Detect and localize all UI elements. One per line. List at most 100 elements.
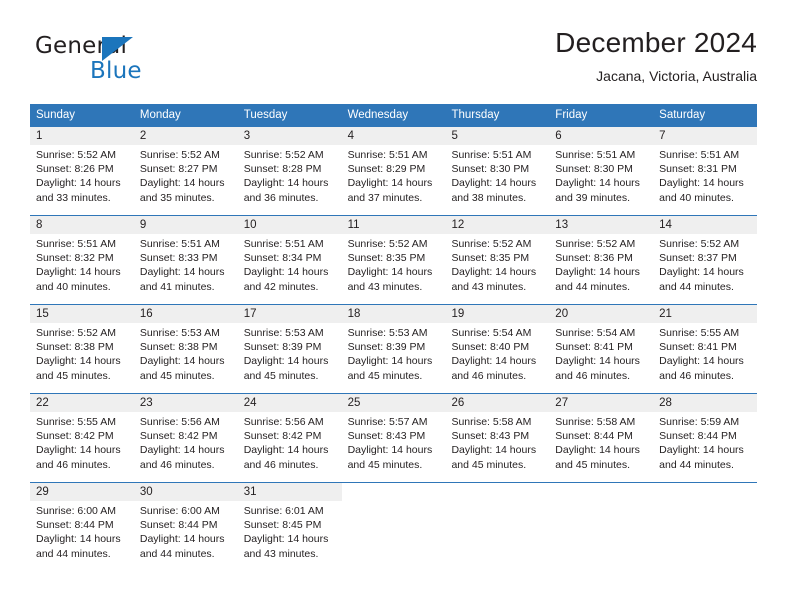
daylight-text: Daylight: 14 hours and 44 minutes.: [555, 266, 640, 293]
daylight-text: Daylight: 14 hours and 45 minutes.: [347, 355, 433, 382]
day-number: 29: [30, 483, 134, 501]
sunset-text: Sunset: 8:29 PM: [347, 163, 426, 176]
calendar-day-cell[interactable]: 1 Sunrise: 5:52 AM Sunset: 8:26 PM Dayli…: [30, 127, 134, 215]
daylight-text: Daylight: 14 hours and 36 minutes.: [243, 177, 329, 204]
sunset-text: Sunset: 8:42 PM: [243, 430, 322, 443]
daylight-text: Daylight: 14 hours and 45 minutes.: [451, 444, 537, 471]
day-number: 5: [445, 127, 550, 145]
calendar-day-cell[interactable]: 16 Sunrise: 5:53 AM Sunset: 8:38 PM Dayl…: [133, 305, 238, 393]
calendar-day-cell[interactable]: 9 Sunrise: 5:51 AM Sunset: 8:33 PM Dayli…: [133, 216, 238, 304]
sunrise-text: Sunrise: 5:51 AM: [36, 238, 116, 250]
sunrise-text: Sunrise: 5:53 AM: [243, 327, 324, 339]
day-number: [549, 483, 653, 501]
calendar-day-cell[interactable]: 5 Sunrise: 5:51 AM Sunset: 8:30 PM Dayli…: [445, 127, 550, 215]
sunset-text: Sunset: 8:43 PM: [347, 430, 426, 443]
calendar-day-cell[interactable]: 13 Sunrise: 5:52 AM Sunset: 8:36 PM Dayl…: [549, 216, 654, 304]
weekday-header-thursday: Thursday: [451, 109, 500, 121]
weekday-header-friday: Friday: [555, 109, 588, 121]
sunrise-text: Sunrise: 5:55 AM: [36, 416, 116, 428]
day-details: Sunrise: 5:57 AM Sunset: 8:43 PM Dayligh…: [342, 412, 446, 472]
sunrise-text: Sunrise: 5:59 AM: [659, 416, 740, 428]
calendar-day-cell[interactable]: 8 Sunrise: 5:51 AM Sunset: 8:32 PM Dayli…: [30, 216, 134, 304]
day-number: 30: [133, 483, 238, 501]
daylight-text: Daylight: 14 hours and 44 minutes.: [659, 266, 744, 293]
sunrise-text: Sunrise: 5:53 AM: [139, 327, 220, 339]
calendar-day-cell[interactable]: 20 Sunrise: 5:54 AM Sunset: 8:41 PM Dayl…: [549, 305, 654, 393]
sunrise-text: Sunrise: 5:52 AM: [139, 149, 220, 161]
calendar-day-cell[interactable]: 25 Sunrise: 5:57 AM Sunset: 8:43 PM Dayl…: [341, 394, 446, 482]
day-number: 20: [549, 305, 654, 323]
daylight-text: Daylight: 14 hours and 43 minutes.: [451, 266, 537, 293]
calendar-day-cell[interactable]: 27 Sunrise: 5:58 AM Sunset: 8:44 PM Dayl…: [549, 394, 654, 482]
calendar-day-cell[interactable]: 21 Sunrise: 5:55 AM Sunset: 8:41 PM Dayl…: [653, 305, 758, 393]
day-number: 10: [237, 216, 342, 234]
day-details: Sunrise: 6:00 AM Sunset: 8:44 PM Dayligh…: [30, 501, 134, 561]
daylight-text: Daylight: 14 hours and 41 minutes.: [139, 266, 225, 293]
day-number: 17: [237, 305, 342, 323]
calendar-day-cell[interactable]: 4 Sunrise: 5:51 AM Sunset: 8:29 PM Dayli…: [341, 127, 446, 215]
day-details: Sunrise: 5:56 AM Sunset: 8:42 PM Dayligh…: [134, 412, 238, 472]
calendar-day-cell[interactable]: 3 Sunrise: 5:52 AM Sunset: 8:28 PM Dayli…: [237, 127, 342, 215]
sunrise-text: Sunrise: 5:56 AM: [139, 416, 220, 428]
sunset-text: Sunset: 8:33 PM: [139, 252, 218, 265]
calendar-day-cell[interactable]: 29 Sunrise: 6:00 AM Sunset: 8:44 PM Dayl…: [30, 483, 134, 571]
day-number: 3: [237, 127, 342, 145]
sunset-text: Sunset: 8:40 PM: [451, 341, 530, 354]
day-number: 11: [341, 216, 446, 234]
sunset-text: Sunset: 8:42 PM: [139, 430, 218, 443]
calendar-day-cell[interactable]: 31 Sunrise: 6:01 AM Sunset: 8:45 PM Dayl…: [237, 483, 342, 571]
sunset-text: Sunset: 8:41 PM: [659, 341, 737, 354]
daylight-text: Daylight: 14 hours and 45 minutes.: [139, 355, 225, 382]
calendar-day-cell[interactable]: 28 Sunrise: 5:59 AM Sunset: 8:44 PM Dayl…: [653, 394, 758, 482]
day-details: Sunrise: 5:51 AM Sunset: 8:31 PM Dayligh…: [653, 145, 757, 205]
daylight-text: Daylight: 14 hours and 37 minutes.: [347, 177, 433, 204]
day-details: Sunrise: 5:53 AM Sunset: 8:39 PM Dayligh…: [342, 323, 446, 383]
calendar-day-cell[interactable]: 30 Sunrise: 6:00 AM Sunset: 8:44 PM Dayl…: [133, 483, 238, 571]
daylight-text: Daylight: 14 hours and 45 minutes.: [243, 355, 329, 382]
calendar-day-cell[interactable]: 17 Sunrise: 5:53 AM Sunset: 8:39 PM Dayl…: [237, 305, 342, 393]
sunrise-text: Sunrise: 5:51 AM: [139, 238, 220, 250]
sunrise-text: Sunrise: 5:52 AM: [243, 149, 324, 161]
weekday-header-tuesday: Tuesday: [243, 109, 288, 121]
day-details: Sunrise: 5:59 AM Sunset: 8:44 PM Dayligh…: [653, 412, 757, 472]
sunrise-text: Sunrise: 5:52 AM: [36, 327, 116, 339]
calendar-day-cell[interactable]: 14 Sunrise: 5:52 AM Sunset: 8:37 PM Dayl…: [653, 216, 758, 304]
sunrise-text: Sunrise: 6:01 AM: [243, 505, 324, 517]
page-subtitle: Jacana, Victoria, Australia: [596, 68, 757, 84]
daylight-text: Daylight: 14 hours and 44 minutes.: [36, 533, 121, 560]
calendar-day-cell[interactable]: 11 Sunrise: 5:52 AM Sunset: 8:35 PM Dayl…: [341, 216, 446, 304]
sunset-text: Sunset: 8:42 PM: [36, 430, 114, 443]
daylight-text: Daylight: 14 hours and 39 minutes.: [555, 177, 640, 204]
day-number: 1: [30, 127, 134, 145]
calendar-day-cell[interactable]: 2 Sunrise: 5:52 AM Sunset: 8:27 PM Dayli…: [133, 127, 238, 215]
calendar-day-cell[interactable]: 15 Sunrise: 5:52 AM Sunset: 8:38 PM Dayl…: [30, 305, 134, 393]
daylight-text: Daylight: 14 hours and 40 minutes.: [36, 266, 121, 293]
calendar-day-cell[interactable]: 10 Sunrise: 5:51 AM Sunset: 8:34 PM Dayl…: [237, 216, 342, 304]
calendar-day-cell[interactable]: 24 Sunrise: 5:56 AM Sunset: 8:42 PM Dayl…: [237, 394, 342, 482]
daylight-text: Daylight: 14 hours and 33 minutes.: [36, 177, 121, 204]
calendar-week-row: 15 Sunrise: 5:52 AM Sunset: 8:38 PM Dayl…: [30, 304, 758, 393]
day-details: Sunrise: 5:51 AM Sunset: 8:29 PM Dayligh…: [342, 145, 446, 205]
day-number: 23: [133, 394, 238, 412]
day-number: 4: [341, 127, 446, 145]
calendar-day-cell[interactable]: 23 Sunrise: 5:56 AM Sunset: 8:42 PM Dayl…: [133, 394, 238, 482]
brand-name-blue: Blue: [90, 58, 142, 84]
daylight-text: Daylight: 14 hours and 44 minutes.: [139, 533, 225, 560]
sunset-text: Sunset: 8:32 PM: [36, 252, 114, 265]
sunrise-text: Sunrise: 6:00 AM: [36, 505, 116, 517]
day-number: 28: [653, 394, 758, 412]
calendar-day-cell[interactable]: 22 Sunrise: 5:55 AM Sunset: 8:42 PM Dayl…: [30, 394, 134, 482]
day-details: Sunrise: 5:52 AM Sunset: 8:28 PM Dayligh…: [238, 145, 342, 205]
calendar-day-cell[interactable]: 18 Sunrise: 5:53 AM Sunset: 8:39 PM Dayl…: [341, 305, 446, 393]
calendar-day-cell[interactable]: 26 Sunrise: 5:58 AM Sunset: 8:43 PM Dayl…: [445, 394, 550, 482]
daylight-text: Daylight: 14 hours and 40 minutes.: [659, 177, 744, 204]
calendar-day-cell[interactable]: 12 Sunrise: 5:52 AM Sunset: 8:35 PM Dayl…: [445, 216, 550, 304]
brand-logo[interactable]: General Blue: [35, 33, 255, 89]
calendar-day-cell[interactable]: 6 Sunrise: 5:51 AM Sunset: 8:30 PM Dayli…: [549, 127, 654, 215]
day-number: 24: [237, 394, 342, 412]
calendar-day-cell[interactable]: 7 Sunrise: 5:51 AM Sunset: 8:31 PM Dayli…: [653, 127, 758, 215]
daylight-text: Daylight: 14 hours and 46 minutes.: [659, 355, 744, 382]
daylight-text: Daylight: 14 hours and 35 minutes.: [139, 177, 225, 204]
calendar-day-cell[interactable]: 19 Sunrise: 5:54 AM Sunset: 8:40 PM Dayl…: [445, 305, 550, 393]
sunrise-text: Sunrise: 5:51 AM: [451, 149, 532, 161]
